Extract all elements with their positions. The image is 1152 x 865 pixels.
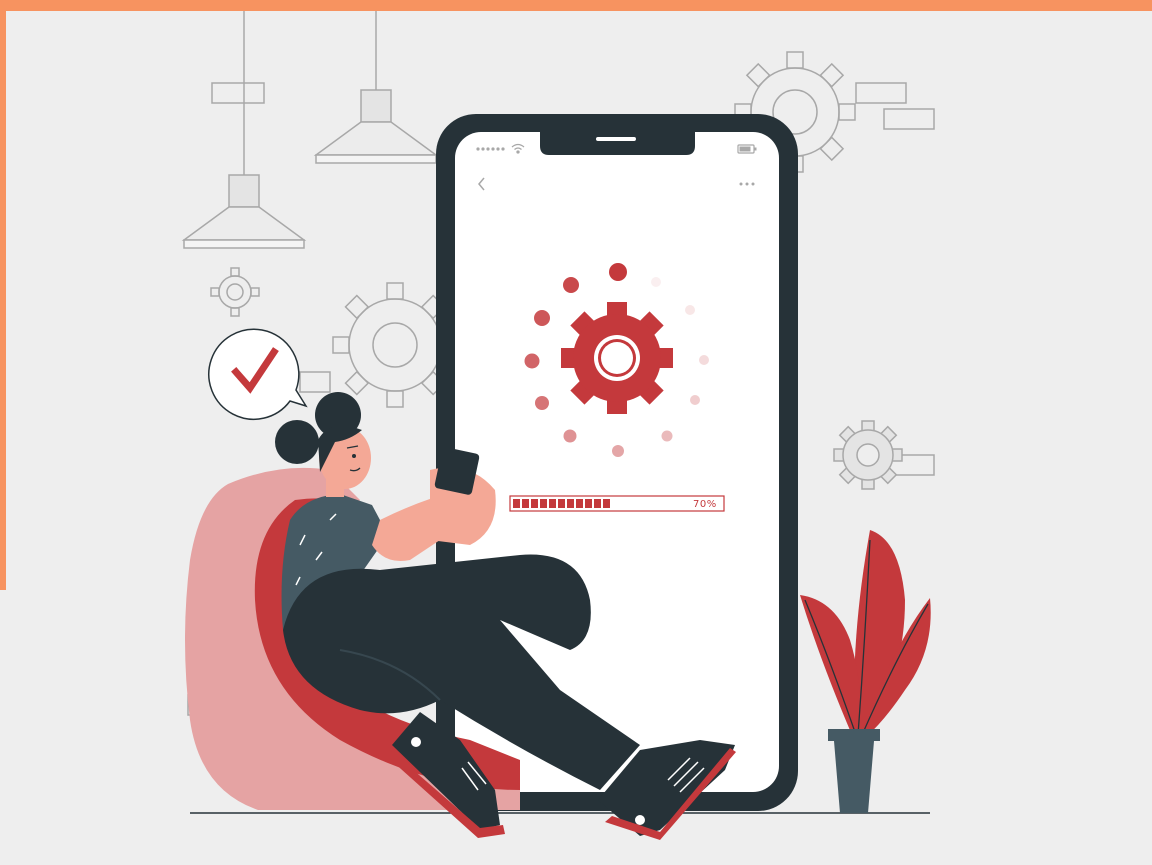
gear-icon — [833, 420, 903, 490]
frame-accent-top — [0, 0, 1152, 11]
pendant-lamp-right — [313, 11, 439, 164]
progress-segment — [558, 499, 565, 508]
progress-segment — [513, 499, 520, 508]
wall-frame — [299, 371, 331, 393]
progress-segment — [576, 499, 583, 508]
progress-segment — [522, 499, 529, 508]
gear-icon — [210, 267, 260, 317]
wall-frame — [883, 108, 935, 130]
wall-frame — [855, 82, 907, 104]
progress-label: 70% — [693, 499, 717, 510]
pendant-lamp-left — [181, 11, 307, 249]
wall-frame — [211, 82, 265, 104]
speech-bubble — [208, 328, 308, 420]
potted-plant — [800, 530, 931, 813]
more-dots-icon[interactable] — [739, 182, 755, 186]
phone-notch — [540, 132, 695, 155]
progress-segment — [594, 499, 601, 508]
progress-fill — [513, 499, 610, 508]
progress-segment — [540, 499, 547, 508]
progress-segment — [603, 499, 610, 508]
frame-accent-left — [0, 0, 6, 590]
progress-bar: 70% — [509, 495, 725, 512]
phone-speaker — [596, 137, 636, 141]
progress-segment — [567, 499, 574, 508]
progress-segment — [549, 499, 556, 508]
progress-segment — [585, 499, 592, 508]
illustration-canvas: 70% — [0, 0, 1152, 840]
progress-segment — [531, 499, 538, 508]
